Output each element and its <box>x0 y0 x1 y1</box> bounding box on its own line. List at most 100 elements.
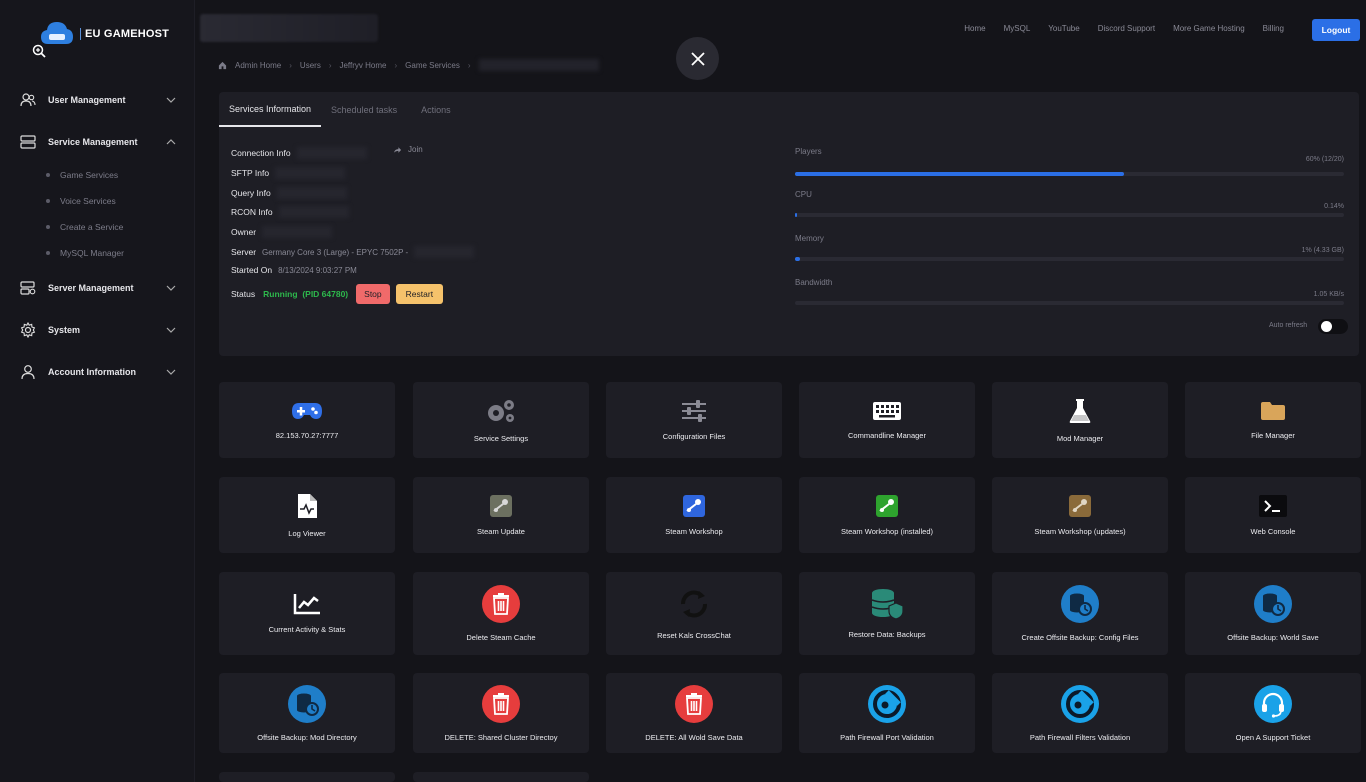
sidebar-item-server-management[interactable]: Server Management <box>20 276 180 300</box>
tile-label: File Manager <box>1251 430 1295 440</box>
breadcrumb-game-services[interactable]: Game Services <box>405 61 460 70</box>
tile-reset-kals-crosschat[interactable]: Reset Kals CrossChat <box>606 572 782 655</box>
redacted-value <box>262 226 333 238</box>
join-link[interactable]: Join <box>393 145 423 154</box>
tile-log-viewer[interactable]: Log Viewer <box>219 477 395 553</box>
tile-current-activity-stats[interactable]: Current Activity & Stats <box>219 572 395 655</box>
tile-delete-steam-cache[interactable]: Delete Steam Cache <box>413 572 589 655</box>
memory-metric: Memory 1% (4.33 GB) <box>795 234 1344 261</box>
tile-mod-manager[interactable]: Mod Manager <box>992 382 1168 458</box>
tile-steam-workshop-updates[interactable]: Steam Workshop (updates) <box>992 477 1168 553</box>
progress-track <box>795 301 1344 305</box>
logout-button[interactable]: Logout <box>1312 19 1360 41</box>
breadcrumb-users[interactable]: Users <box>300 61 321 70</box>
topnav-discord-link[interactable]: Discord Support <box>1098 24 1155 33</box>
progress-fill <box>795 257 801 261</box>
users-icon <box>20 93 36 107</box>
tile-connect-address[interactable]: 82.153.70.27:7777 <box>219 382 395 458</box>
bullet-icon <box>46 251 50 255</box>
sidebar-item-user-management[interactable]: User Management <box>20 88 180 112</box>
sidebar-subitem-mysql-manager[interactable]: MySQL Manager <box>46 248 124 258</box>
sidebar-item-service-management[interactable]: Service Management <box>20 130 180 154</box>
tile-label: Steam Workshop <box>665 526 723 536</box>
topnav-home-link[interactable]: Home <box>964 24 985 33</box>
tile-label: Delete Steam Cache <box>466 633 536 642</box>
headset-icon <box>1254 684 1292 723</box>
status-text: Running <box>263 289 298 299</box>
topnav-youtube-link[interactable]: YouTube <box>1048 24 1079 33</box>
sidebar-item-system[interactable]: System <box>20 318 180 342</box>
tile-steam-workshop-installed[interactable]: Steam Workshop (installed) <box>799 477 975 553</box>
server-settings-icon <box>20 281 36 295</box>
topnav-mysql-link[interactable]: MySQL <box>1004 24 1031 33</box>
tile-delete-shared-cluster[interactable]: DELETE: Shared Cluster Directoy <box>413 673 589 753</box>
topnav-billing-link[interactable]: Billing <box>1263 24 1284 33</box>
query-info-label: Query Info <box>231 188 271 198</box>
tile-label: Open A Support Ticket <box>1235 732 1311 742</box>
sidebar-subitem-create-service[interactable]: Create a Service <box>46 222 123 232</box>
metric-label: Memory <box>795 234 824 243</box>
zoom-in-icon[interactable] <box>32 44 46 58</box>
metric-value: 1.05 KB/s <box>1313 291 1344 298</box>
query-info-row: Query Info <box>231 187 347 199</box>
top-navigation: Home MySQL YouTube Discord Support More … <box>964 24 1284 33</box>
sidebar-item-account-information[interactable]: Account Information <box>20 360 180 384</box>
progress-track <box>795 213 1344 217</box>
tile-offsite-backup-world-save[interactable]: Offsite Backup: World Save <box>1185 572 1361 655</box>
redacted-title <box>200 14 378 42</box>
auto-refresh-toggle[interactable] <box>1318 319 1348 334</box>
tile-create-offsite-backup-config[interactable]: Create Offsite Backup: Config Files <box>992 572 1168 655</box>
tile-service-settings[interactable]: Service Settings <box>413 382 589 458</box>
tab-scheduled-tasks[interactable]: Scheduled tasks <box>321 92 407 127</box>
tile-label: DELETE: All Wold Save Data <box>645 732 743 742</box>
folder-icon <box>1261 401 1285 420</box>
tile-delete-all-world-save[interactable]: DELETE: All Wold Save Data <box>606 673 782 753</box>
tile-steam-update[interactable]: Steam Update <box>413 477 589 553</box>
tile-partial[interactable] <box>219 772 395 782</box>
chevron-up-icon <box>166 139 176 145</box>
tile-label: Offsite Backup: Mod Directory <box>257 732 357 742</box>
logo[interactable]: EU GAMEHOST <box>30 16 170 56</box>
share-arrow-icon <box>393 146 402 153</box>
breadcrumb-admin-home[interactable]: Admin Home <box>235 61 281 70</box>
close-button[interactable] <box>676 37 719 80</box>
tile-partial[interactable] <box>413 772 589 782</box>
topnav-more-hosting-link[interactable]: More Game Hosting <box>1173 24 1245 33</box>
brand-name: EU GAMEHOST <box>80 28 169 40</box>
chevron-down-icon <box>166 369 176 375</box>
tile-commandline-manager[interactable]: Commandline Manager <box>799 382 975 458</box>
status-pid: (PID 64780) <box>302 289 349 299</box>
status-value: Running (PID 64780) <box>263 289 348 299</box>
gear-icon <box>20 322 36 338</box>
sidebar-subitem-voice-services[interactable]: Voice Services <box>46 196 116 206</box>
join-label: Join <box>408 145 423 154</box>
tile-steam-workshop[interactable]: Steam Workshop <box>606 477 782 553</box>
tile-offsite-backup-mod-directory[interactable]: Offsite Backup: Mod Directory <box>219 673 395 753</box>
restart-button[interactable]: Restart <box>395 284 444 304</box>
started-on-row: Started On 8/13/2024 9:03:27 PM <box>231 265 357 275</box>
firewall-icon <box>868 684 906 723</box>
stop-button[interactable]: Stop <box>356 284 390 304</box>
sidebar-subitem-game-services[interactable]: Game Services <box>46 170 118 180</box>
steam-update-icon <box>490 494 512 517</box>
tile-label: Commandline Manager <box>848 430 926 440</box>
tile-configuration-files[interactable]: Configuration Files <box>606 382 782 458</box>
tile-file-manager[interactable]: File Manager <box>1185 382 1361 458</box>
server-label: Server <box>231 247 257 257</box>
tile-restore-data-backups[interactable]: Restore Data: Backups <box>799 572 975 655</box>
tile-open-support-ticket[interactable]: Open A Support Ticket <box>1185 673 1361 753</box>
tab-actions[interactable]: Actions <box>411 92 461 127</box>
breadcrumb-user-home[interactable]: Jeffryv Home <box>339 61 386 70</box>
started-on-label: Started On <box>231 265 273 275</box>
tile-firewall-port-validation[interactable]: Path Firewall Port Validation <box>799 673 975 753</box>
redacted-value <box>296 147 367 159</box>
chevron-down-icon <box>166 97 176 103</box>
database-backup-icon <box>288 684 326 723</box>
tile-label: Log Viewer <box>288 528 326 538</box>
chevron-down-icon <box>166 327 176 333</box>
tile-firewall-filters-validation[interactable]: Path Firewall Filters Validation <box>992 673 1168 753</box>
tab-services-information[interactable]: Services Information <box>219 92 322 127</box>
firewall-icon <box>1061 684 1099 723</box>
tile-web-console[interactable]: Web Console <box>1185 477 1361 553</box>
tile-label: Create Offsite Backup: Config Files <box>1021 633 1139 642</box>
